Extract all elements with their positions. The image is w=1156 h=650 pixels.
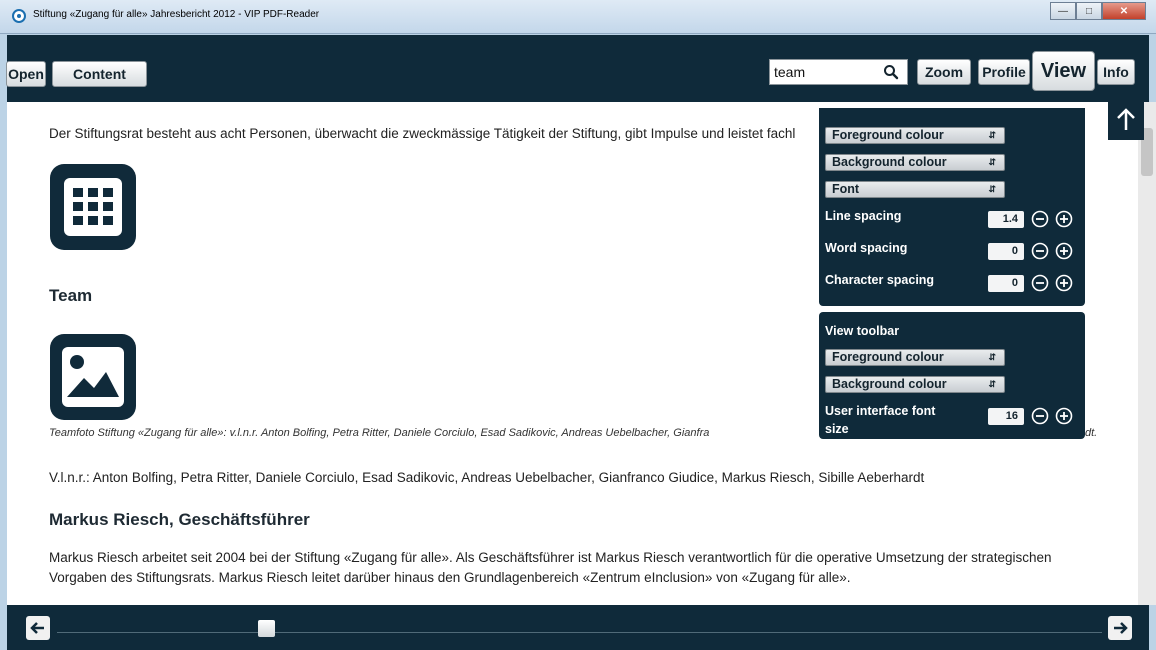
info-button[interactable]: Info [1097, 59, 1135, 85]
ui-font-size-value: 16 [988, 408, 1024, 425]
word-spacing-label: Word spacing [825, 241, 908, 255]
minus-circle-icon[interactable] [1031, 242, 1049, 260]
ui-font-size-label-line2: size [825, 422, 849, 436]
line-spacing-label: Line spacing [825, 209, 902, 223]
page-slider-track[interactable] [57, 632, 1102, 633]
search-input[interactable] [770, 60, 880, 84]
markus-paragraph-line2: Vorgaben des Stiftungsrats. Markus Riesc… [49, 570, 851, 585]
close-button[interactable]: ✕ [1102, 2, 1146, 20]
search-icon[interactable] [883, 64, 899, 80]
content-button[interactable]: Content [52, 61, 147, 87]
toolbar-foreground-colour-select[interactable]: Foreground colour ⇵ [825, 349, 1005, 366]
view-toolbar-heading: View toolbar [825, 324, 900, 338]
foreground-colour-select[interactable]: Foreground colour ⇵ [825, 127, 1005, 144]
image-icon [50, 334, 136, 420]
ui-font-size-label-line1: User interface font [825, 404, 936, 418]
background-colour-select[interactable]: Background colour ⇵ [825, 154, 1005, 171]
zoom-button[interactable]: Zoom [917, 59, 971, 85]
main-toolbar: Open Content Zoom Profile View Info [6, 35, 1149, 102]
intro-paragraph: Der Stiftungsrat besteht aus acht Person… [49, 126, 796, 141]
minus-circle-icon[interactable] [1031, 210, 1049, 228]
markus-heading: Markus Riesch, Geschäftsführer [49, 510, 310, 529]
apps-grid-icon [50, 164, 136, 250]
vertical-scrollbar[interactable] [1138, 102, 1156, 605]
window-titlebar: Stiftung «Zugang für alle» Jahresbericht… [0, 0, 1156, 34]
photo-caption: Teamfoto Stiftung «Zugang für alle»: v.l… [49, 427, 710, 439]
plus-circle-icon[interactable] [1055, 242, 1073, 260]
font-select[interactable]: Font ⇵ [825, 181, 1005, 198]
character-spacing-value: 0 [988, 275, 1024, 292]
open-button[interactable]: Open [6, 61, 46, 87]
arrow-right-icon [1114, 622, 1128, 634]
plus-circle-icon[interactable] [1055, 210, 1073, 228]
line-spacing-value: 1.4 [988, 211, 1024, 228]
minimize-button[interactable]: — [1050, 2, 1076, 20]
window-controls: — □ ✕ [1050, 2, 1146, 20]
arrow-left-icon [30, 622, 44, 634]
search-box [769, 59, 908, 85]
word-spacing-value: 0 [988, 243, 1024, 260]
markus-paragraph-line1: Markus Riesch arbeitet seit 2004 bei der… [49, 550, 1052, 565]
character-spacing-label: Character spacing [825, 273, 935, 287]
page-navigation-bar [7, 605, 1149, 650]
previous-page-button[interactable] [26, 616, 50, 640]
names-paragraph: V.l.n.r.: Anton Bolfing, Petra Ritter, D… [49, 470, 925, 485]
plus-circle-icon[interactable] [1055, 407, 1073, 425]
minus-circle-icon[interactable] [1031, 274, 1049, 292]
profile-button[interactable]: Profile [978, 59, 1030, 85]
next-page-button[interactable] [1108, 616, 1132, 640]
back-to-top-button[interactable] [1108, 100, 1144, 140]
arrow-up-icon [1117, 108, 1135, 130]
plus-circle-icon[interactable] [1055, 274, 1073, 292]
minus-circle-icon[interactable] [1031, 407, 1049, 425]
view-menu-panel: Foreground colour ⇵ Background colour ⇵ Fo… [819, 108, 1085, 306]
toolbar-background-colour-select[interactable]: Background colour ⇵ [825, 376, 1005, 393]
page-slider-thumb[interactable] [257, 620, 275, 637]
photo-caption-tail: dt. [1085, 427, 1098, 439]
window-title: Stiftung «Zugang für alle» Jahresbericht… [33, 9, 320, 20]
maximize-button[interactable]: □ [1076, 2, 1102, 20]
view-button[interactable]: View [1032, 51, 1095, 91]
view-toolbar-panel: View toolbar Foreground colour ⇵ Backgrou… [819, 312, 1085, 439]
app-icon [12, 9, 26, 23]
team-heading: Team [49, 286, 93, 305]
